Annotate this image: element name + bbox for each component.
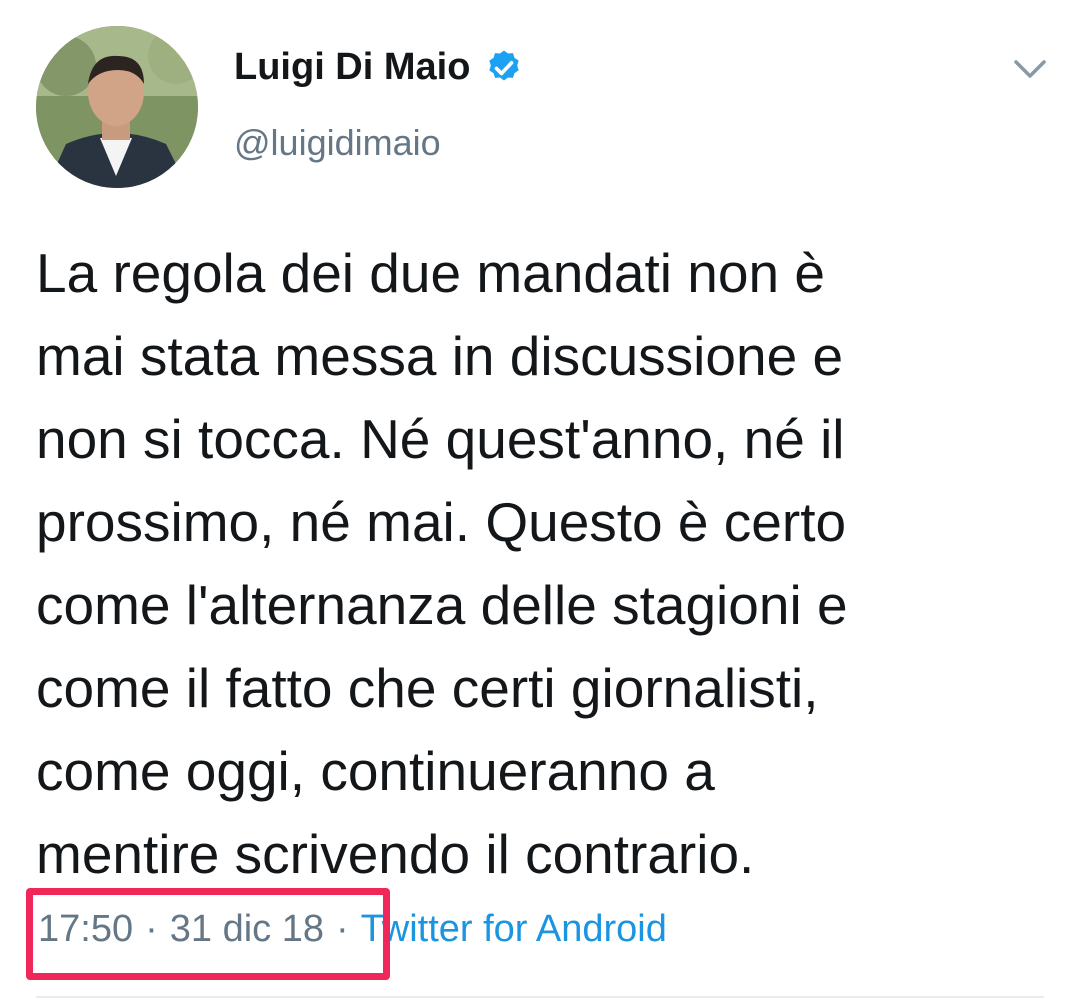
- tweet-source-link[interactable]: Twitter for Android: [361, 908, 667, 951]
- tweet-text: La regola dei due mandati non è mai stat…: [36, 242, 848, 885]
- display-name-text: Luigi Di Maio: [234, 46, 471, 88]
- highlight-annotation: [26, 888, 390, 980]
- user-handle[interactable]: @luigidimaio: [234, 122, 441, 164]
- display-name[interactable]: Luigi Di Maio: [234, 46, 524, 89]
- chevron-down-icon[interactable]: [1010, 52, 1050, 86]
- verified-badge-icon: [484, 48, 524, 88]
- tweet: Luigi Di Maio @luigidimaio La regola dei…: [0, 0, 1080, 1000]
- avatar[interactable]: [36, 26, 198, 188]
- divider: [36, 996, 1044, 998]
